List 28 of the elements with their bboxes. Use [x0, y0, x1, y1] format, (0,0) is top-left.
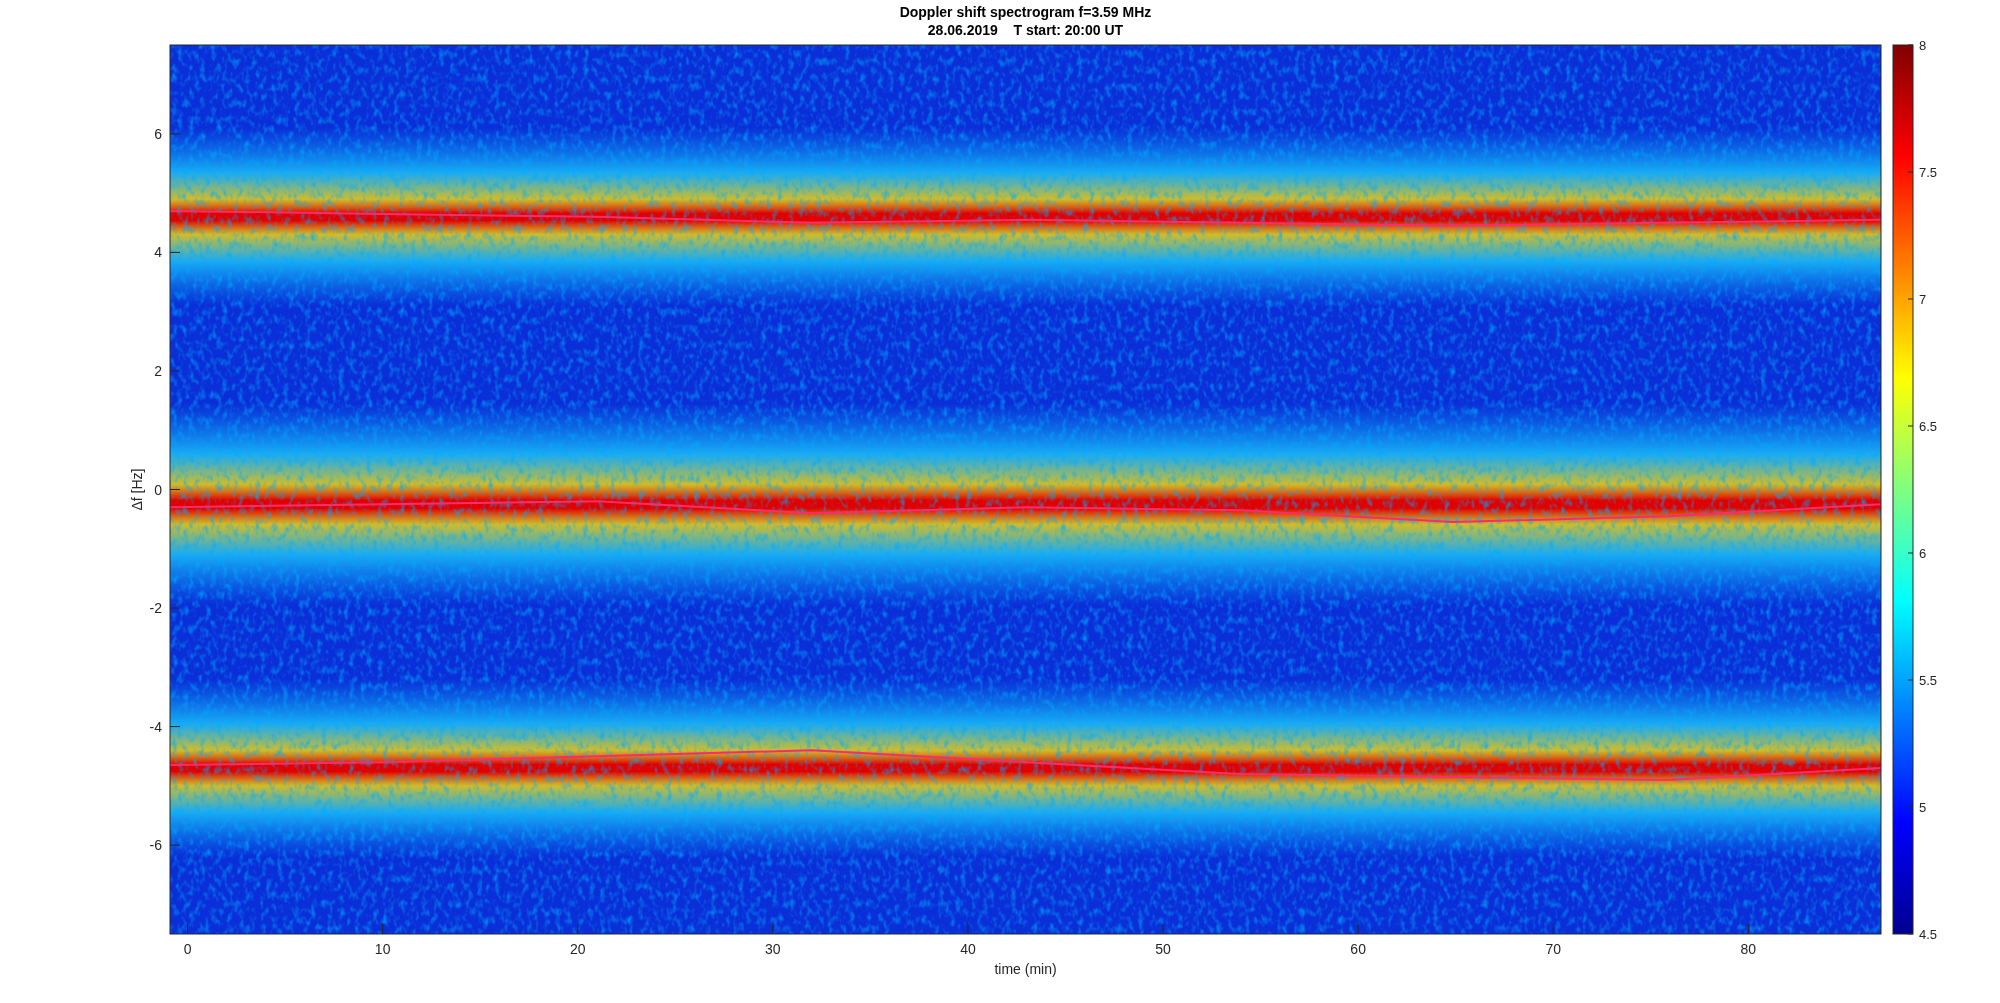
y-tick-label: -4	[149, 718, 162, 735]
y-tick-label: 2	[154, 362, 162, 379]
colorbar-tick-label: 8	[1919, 38, 1927, 53]
colorbar-tick-label: 6.5	[1919, 419, 1938, 434]
colorbar-tick-label: 4.5	[1919, 927, 1938, 942]
y-axis-label: Δf [Hz]	[129, 468, 145, 511]
x-tick-label: 50	[1155, 941, 1171, 957]
y-tick-label: -6	[149, 837, 162, 854]
colorbar-tick-label: 7	[1919, 292, 1927, 307]
colorbar-tick-label: 7.5	[1919, 165, 1938, 180]
x-axis-label: time (min)	[994, 961, 1057, 977]
x-tick-label: 80	[1740, 941, 1757, 957]
x-tick-label: 30	[765, 941, 781, 957]
colorbar-tick-label: 5	[1919, 800, 1927, 815]
x-tick-label: 70	[1545, 941, 1562, 957]
x-tick-label: 40	[960, 941, 976, 957]
y-tick-label: -2	[149, 600, 162, 617]
colorbar-tick-label: 6	[1919, 546, 1927, 561]
x-tick-label: 10	[374, 941, 391, 957]
y-tick-label: 4	[154, 244, 162, 261]
chart-title: 28.06.2019 T start: 20:00 UT	[927, 22, 1124, 38]
x-tick-label: 60	[1350, 941, 1366, 957]
x-tick-label: 20	[569, 941, 586, 957]
chart-title: Doppler shift spectrogram f=3.59 MHz	[899, 4, 1152, 20]
x-tick-label: 0	[183, 941, 192, 957]
y-tick-label: 0	[154, 481, 162, 498]
y-tick-label: 6	[154, 125, 162, 142]
colorbar-tick-label: 5.5	[1919, 673, 1938, 688]
